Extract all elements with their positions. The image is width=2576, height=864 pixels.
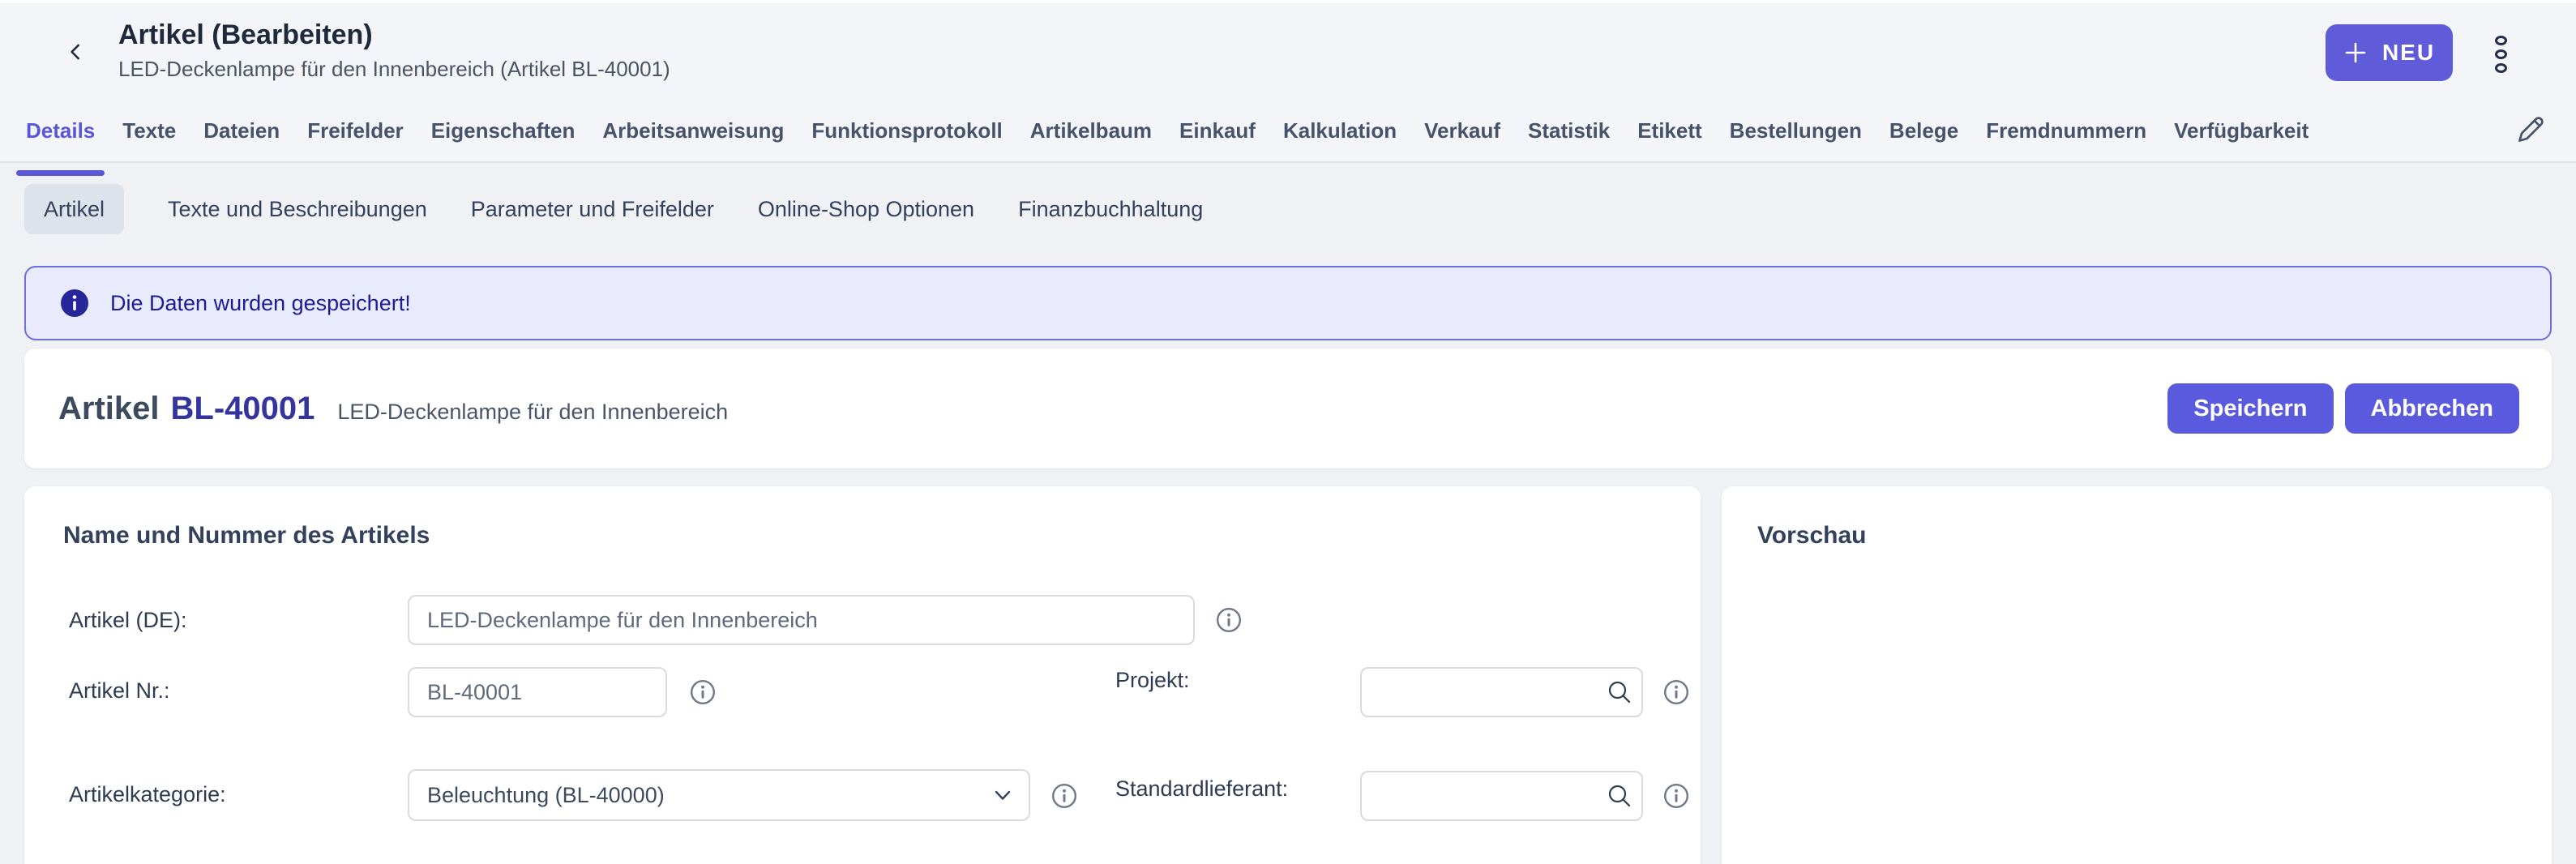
artikel-de-input[interactable] bbox=[408, 595, 1195, 645]
tab-fremdnummern[interactable]: Fremdnummern bbox=[1986, 118, 2146, 143]
tab-verkauf[interactable]: Verkauf bbox=[1424, 118, 1500, 143]
banner-message: Die Daten wurden gespeichert! bbox=[110, 291, 411, 316]
label-artikel-de: Artikel (DE): bbox=[69, 608, 187, 633]
save-button[interactable]: Speichern bbox=[2167, 383, 2333, 434]
tab-freifelder[interactable]: Freifelder bbox=[307, 118, 404, 143]
tab-artikelbaum[interactable]: Artikelbaum bbox=[1030, 118, 1152, 143]
new-button-label: NEU bbox=[2382, 40, 2435, 66]
label-standardlieferant: Standardlieferant: bbox=[1115, 776, 1288, 802]
info-filled-icon bbox=[60, 289, 89, 318]
article-title-prefix: Artikel bbox=[58, 391, 160, 427]
artikelkategorie-select[interactable]: Beleuchtung (BL-40000) bbox=[408, 769, 1030, 821]
cancel-button[interactable]: Abbrechen bbox=[2345, 383, 2519, 434]
info-icon-artikel-nr[interactable] bbox=[690, 679, 716, 705]
new-button[interactable]: NEU bbox=[2326, 24, 2453, 81]
projekt-lookup bbox=[1360, 667, 1643, 717]
back-button[interactable] bbox=[60, 36, 92, 68]
tab-funktionsprotokoll[interactable]: Funktionsprotokoll bbox=[811, 118, 1002, 143]
tab-belege[interactable]: Belege bbox=[1889, 118, 1958, 143]
subtab-online-shop-optionen[interactable]: Online-Shop Optionen bbox=[758, 197, 974, 222]
chevron-down-icon bbox=[991, 784, 1014, 806]
standardlieferant-lookup bbox=[1360, 771, 1643, 821]
kebab-dot bbox=[2495, 63, 2507, 73]
label-projekt: Projekt: bbox=[1115, 668, 1190, 693]
edit-pencil-icon[interactable] bbox=[2513, 112, 2548, 148]
tab-texte[interactable]: Texte bbox=[122, 118, 176, 143]
standardlieferant-input[interactable] bbox=[1360, 771, 1643, 821]
article-title: Artikel BL-40001 LED-Deckenlampe für den… bbox=[58, 391, 728, 427]
label-artikelkategorie: Artikelkategorie: bbox=[69, 782, 226, 807]
main-tabbar: Details Texte Dateien Freifelder Eigensc… bbox=[26, 102, 2309, 159]
kebab-menu-icon[interactable] bbox=[2487, 36, 2514, 73]
info-icon-artikel-de[interactable] bbox=[1216, 607, 1242, 633]
kebab-dot bbox=[2495, 49, 2507, 59]
page-subtitle: LED-Deckenlampe für den Innenbereich (Ar… bbox=[118, 57, 670, 82]
article-subtitle: LED-Deckenlampe für den Innenbereich bbox=[337, 400, 728, 425]
plus-icon bbox=[2343, 41, 2368, 65]
chevron-left-icon bbox=[66, 41, 87, 62]
name-number-card: Name und Nummer des Artikels Artikel (DE… bbox=[24, 486, 1701, 864]
tab-verfuegbarkeit[interactable]: Verfügbarkeit bbox=[2174, 118, 2309, 143]
info-icon-artikelkategorie[interactable] bbox=[1051, 783, 1077, 809]
tab-bestellungen[interactable]: Bestellungen bbox=[1730, 118, 1862, 143]
artikel-edit-page: Artikel (Bearbeiten) LED-Deckenlampe für… bbox=[0, 0, 2576, 864]
article-actions: Speichern Abbrechen bbox=[2167, 383, 2519, 434]
page-title: Artikel (Bearbeiten) bbox=[118, 19, 373, 51]
tab-einkauf[interactable]: Einkauf bbox=[1179, 118, 1256, 143]
tab-statistik[interactable]: Statistik bbox=[1528, 118, 1610, 143]
tab-kalkulation[interactable]: Kalkulation bbox=[1283, 118, 1397, 143]
article-number: BL-40001 bbox=[171, 391, 315, 427]
tab-arbeitsanweisung[interactable]: Arbeitsanweisung bbox=[602, 118, 784, 143]
subtab-artikel[interactable]: Artikel bbox=[24, 184, 124, 234]
label-artikel-nr: Artikel Nr.: bbox=[69, 678, 170, 704]
save-success-banner: Die Daten wurden gespeichert! bbox=[24, 266, 2552, 340]
info-icon-standardlieferant[interactable] bbox=[1663, 783, 1689, 809]
tab-eigenschaften[interactable]: Eigenschaften bbox=[431, 118, 576, 143]
tab-details[interactable]: Details bbox=[26, 118, 95, 143]
sub-tabbar: Artikel Texte und Beschreibungen Paramet… bbox=[24, 184, 1203, 234]
projekt-input[interactable] bbox=[1360, 667, 1643, 717]
preview-title: Vorschau bbox=[1757, 522, 1867, 550]
subtab-finanzbuchhaltung[interactable]: Finanzbuchhaltung bbox=[1018, 197, 1203, 222]
preview-card: Vorschau bbox=[1722, 486, 2552, 864]
subtab-texte-und-beschreibungen[interactable]: Texte und Beschreibungen bbox=[168, 197, 427, 222]
search-icon-projekt[interactable] bbox=[1606, 678, 1633, 706]
tab-dateien[interactable]: Dateien bbox=[203, 118, 280, 143]
section-title: Name und Nummer des Artikels bbox=[63, 522, 430, 550]
article-header-card: Artikel BL-40001 LED-Deckenlampe für den… bbox=[24, 349, 2552, 468]
kebab-dot bbox=[2495, 36, 2507, 45]
tabbar-divider bbox=[0, 161, 2576, 163]
subtab-parameter-und-freifelder[interactable]: Parameter und Freifelder bbox=[471, 197, 714, 222]
artikelkategorie-value: Beleuchtung (BL-40000) bbox=[427, 783, 665, 808]
artikel-nr-input[interactable] bbox=[408, 667, 667, 717]
tab-etikett[interactable]: Etikett bbox=[1637, 118, 1701, 143]
info-icon-projekt[interactable] bbox=[1663, 679, 1689, 705]
search-icon-standardlieferant[interactable] bbox=[1606, 782, 1633, 810]
